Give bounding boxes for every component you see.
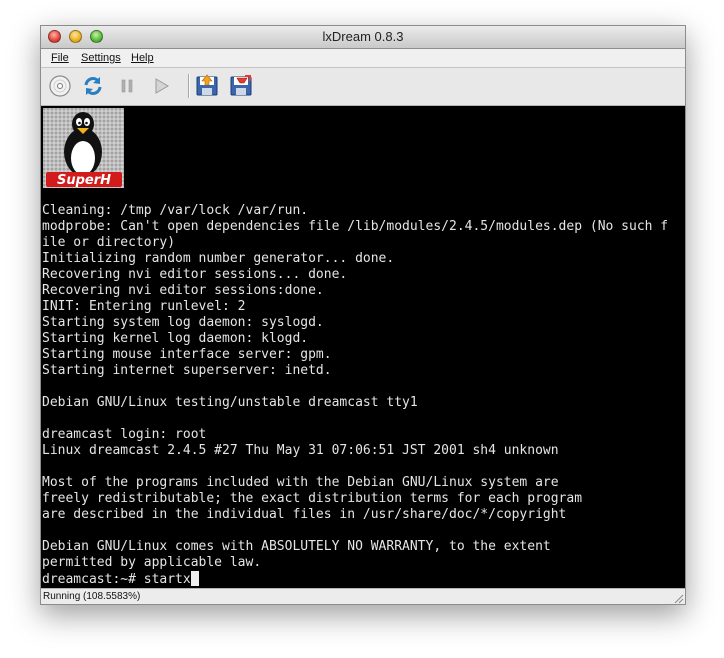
reset-button[interactable] [79,72,107,100]
save-state-icon [230,75,252,96]
disc-icon [49,75,71,97]
console-line: dreamcast login: root [42,427,207,442]
pause-button[interactable] [113,72,141,100]
title-bar[interactable]: lxDream 0.8.3 [41,26,685,49]
save-state-button[interactable] [227,72,255,100]
console-line: Debian GNU/Linux comes with ABSOLUTELY N… [42,539,551,554]
console-line: Starting system log daemon: syslogd. [42,315,324,330]
console-line: Linux dreamcast 2.4.5 #27 Thu May 31 07:… [42,443,559,458]
console-line: Cleaning: /tmp /var/lock /var/run. [42,203,309,218]
mount-disc-button[interactable] [46,72,74,100]
console-line: Starting internet superserver: inetd. [42,363,332,378]
console-output: Cleaning: /tmp /var/lock /var/run. modpr… [42,203,668,588]
console-line: freely redistributable; the exact distri… [42,491,583,506]
resize-grip-icon[interactable] [672,592,684,604]
logo-text: SuperH [57,173,111,188]
status-bar: Running (108.5583%) [41,588,685,604]
console-line: permitted by applicable law. [42,555,262,570]
status-text: Running (108.5583%) [43,591,141,602]
play-icon [155,78,169,94]
console-line: Starting kernel log daemon: klogd. [42,331,309,346]
superh-tux-logo: SuperH [43,108,124,188]
console-line: Recovering nvi editor sessions:done. [42,283,324,298]
text-cursor [190,571,199,586]
reset-icon [84,77,102,95]
window-title: lxDream 0.8.3 [322,29,404,44]
toolbar-separator [188,74,190,98]
console-line: modprobe: Can't open dependencies file /… [42,219,669,234]
toolbar [41,68,685,106]
menu-settings[interactable]: Settings [81,52,121,64]
console-line: Recovering nvi editor sessions... done. [42,267,348,282]
run-button[interactable] [147,72,175,100]
console-line: Most of the programs included with the D… [42,475,559,490]
menu-help[interactable]: Help [131,52,154,64]
load-state-icon [196,74,218,96]
console-line: are described in the individual files in… [42,507,567,522]
console-line: Initializing random number generator... … [42,251,395,266]
console-line: INIT: Entering runlevel: 2 [42,299,246,314]
console-prompt: dreamcast:~# startx [42,572,191,587]
pause-icon [121,79,133,93]
emulator-display[interactable]: SuperH Cleaning: /tmp /var/lock /var/run… [41,106,685,588]
load-state-button[interactable] [193,72,221,100]
menu-file[interactable]: File [51,52,69,64]
console-line: Starting mouse interface server: gpm. [42,347,332,362]
emulator-window: lxDream 0.8.3 File Settings Help SuperH … [40,25,686,605]
menu-bar: File Settings Help [41,49,685,68]
console-line: ile or directory) [42,235,176,250]
console-line: Debian GNU/Linux testing/unstable dreamc… [42,395,418,410]
